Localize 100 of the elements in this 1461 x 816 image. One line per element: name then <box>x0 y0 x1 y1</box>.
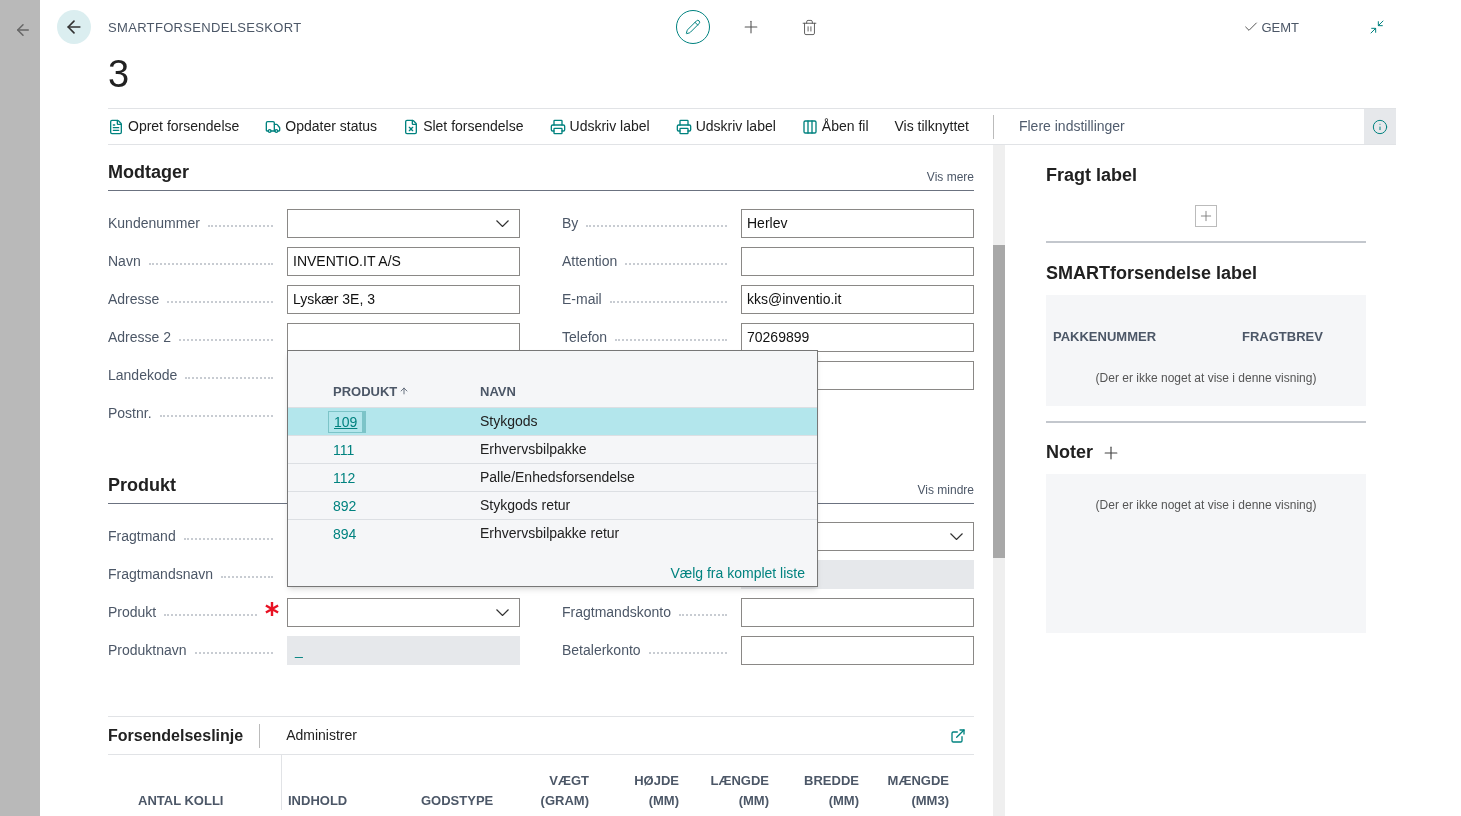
input-field[interactable]: INVENTIO.IT A/S <box>287 247 520 276</box>
save-status: GEMT <box>1261 18 1299 37</box>
action-button[interactable]: Åben fil <box>801 116 869 138</box>
factbox-title: Noter <box>1046 441 1093 464</box>
chevron-down-icon <box>496 220 509 227</box>
add-button[interactable] <box>1195 205 1217 227</box>
empty-message: (Der er ikke noget at vise i denne visning) <box>1094 369 1318 387</box>
action-button[interactable]: Vis tilknyttet <box>894 116 969 138</box>
product-code[interactable]: 894 <box>328 523 362 544</box>
lookup-row[interactable]: 111 Erhvervsbilpakke <box>288 435 817 463</box>
product-name: Stykgods <box>480 412 538 431</box>
product-code[interactable]: 892 <box>328 495 362 516</box>
input-field[interactable]: Herlev <box>741 209 974 238</box>
info-button[interactable] <box>1364 109 1396 144</box>
column-header[interactable]: VÆGT (GRAM) <box>519 771 589 810</box>
open-in-new-window-button[interactable] <box>950 727 966 744</box>
field-label: Adresse 2 <box>108 328 172 347</box>
column-header[interactable]: BREDDE (MM) <box>789 771 859 810</box>
trash-icon <box>800 18 818 36</box>
factbox-title: SMARTforsendelse label <box>1046 262 1259 285</box>
product-name: Palle/Enhedsforsendelse <box>480 468 635 487</box>
action-icon <box>549 118 566 135</box>
sort-arrow-icon <box>399 386 410 397</box>
scrollbar[interactable] <box>993 145 1005 816</box>
input-field[interactable]: 70269899 <box>741 323 974 352</box>
product-code[interactable]: 112 <box>328 467 361 488</box>
action-button[interactable]: Opdater status <box>265 116 378 138</box>
back-button[interactable] <box>57 10 91 45</box>
action-icon <box>403 118 420 135</box>
input-field[interactable] <box>741 247 974 276</box>
action-icon <box>265 118 282 135</box>
action-button[interactable]: Opret forsendelse <box>108 116 240 138</box>
dropdown-field[interactable] <box>287 209 520 238</box>
field-label: Fragtmandsnavn <box>108 565 214 584</box>
product-code[interactable]: 109 <box>328 410 367 433</box>
action-icon <box>801 118 818 135</box>
info-icon <box>1372 118 1388 135</box>
lookup-row[interactable]: 112 Palle/Enhedsforsendelse <box>288 463 817 491</box>
record-number: 3 <box>108 52 130 95</box>
manage-tab[interactable]: Administrer <box>286 725 357 746</box>
field-label: Adresse <box>108 290 160 309</box>
toggle-link[interactable]: Vis mere <box>926 168 974 186</box>
field-label: Telefon <box>562 328 608 347</box>
action-button[interactable]: Udskriv label <box>549 116 650 138</box>
product-name: Erhvervsbilpakke retur <box>480 524 620 543</box>
factbox-title: Fragt label <box>1046 164 1139 187</box>
input-field[interactable]: Lyskær 3E, 3 <box>287 285 520 314</box>
lookup-row[interactable]: 109 Stykgods <box>288 407 817 435</box>
page-caption: SMARTFORSENDELSESKORT <box>108 18 302 37</box>
empty-message: (Der er ikke noget at vise i denne visning) <box>1095 497 1317 514</box>
section-title: Modtager <box>108 161 189 184</box>
field-label: E-mail <box>562 290 602 309</box>
lookup-row[interactable]: 892 Stykgods retur <box>288 491 817 519</box>
column-header[interactable]: GODSTYPE <box>421 790 494 810</box>
toggle-link[interactable]: Vis mindre <box>917 481 974 499</box>
full-list-link[interactable]: Vælg fra komplet liste <box>670 562 805 584</box>
field-value: INVENTIO.IT A/S <box>293 252 401 271</box>
column-header[interactable]: PAKKENUMMER <box>1053 327 1242 347</box>
product-code[interactable]: 111 <box>328 439 360 460</box>
action-button[interactable]: Slet forsendelse <box>403 116 524 138</box>
input-field[interactable] <box>741 598 974 627</box>
field-label: Landekode <box>108 366 178 385</box>
required-asterisk-icon <box>265 601 279 616</box>
field-value: Herlev <box>747 214 788 233</box>
column-header[interactable]: HØJDE (MM) <box>609 771 679 810</box>
section-title: Forsendelseslinje <box>108 723 261 748</box>
chevron-down-icon <box>950 533 963 540</box>
dropdown-field[interactable] <box>287 598 520 627</box>
column-header[interactable]: PRODUKT <box>333 381 398 401</box>
column-header[interactable]: LÆNGDE (MM) <box>699 771 769 810</box>
action-button[interactable]: Udskriv label <box>675 116 776 138</box>
field-value: _ <box>295 641 303 660</box>
section-title: Produkt <box>108 474 176 497</box>
column-header[interactable]: NAVN <box>480 381 516 401</box>
plus-icon <box>1198 208 1214 224</box>
action-icon <box>675 118 692 135</box>
pencil-icon <box>685 19 701 36</box>
field-label: Fragtmandskonto <box>562 603 671 622</box>
column-header[interactable]: MÆNGDE (MM3) <box>879 771 949 810</box>
field-label: Attention <box>562 252 618 271</box>
column-header[interactable]: FRAGTBREV <box>1242 327 1323 347</box>
input-field[interactable]: kks@inventio.it <box>741 285 974 314</box>
field-label: Produkt <box>108 603 157 622</box>
chevron-down-icon <box>496 609 509 616</box>
field-label: By <box>562 214 579 233</box>
field-label: Navn <box>108 252 141 271</box>
expand-icon <box>950 727 966 744</box>
column-header[interactable]: INDHOLD <box>288 790 348 810</box>
input-field[interactable] <box>287 323 520 352</box>
action-icon <box>108 118 124 135</box>
field-value: 70269899 <box>747 328 810 347</box>
column-header[interactable]: ANTAL KOLLI <box>138 790 224 810</box>
field-label: Fragtmand <box>108 527 176 546</box>
input-field[interactable] <box>741 636 974 665</box>
field-value: Lyskær 3E, 3 <box>293 290 375 309</box>
lookup-row[interactable]: 894 Erhvervsbilpakke retur <box>288 519 817 547</box>
field-label: Produktnavn <box>108 641 187 660</box>
more-options-button[interactable]: Flere indstillinger <box>1018 116 1125 138</box>
field-label: Kundenummer <box>108 214 200 233</box>
product-name: Stykgods retur <box>480 496 571 515</box>
